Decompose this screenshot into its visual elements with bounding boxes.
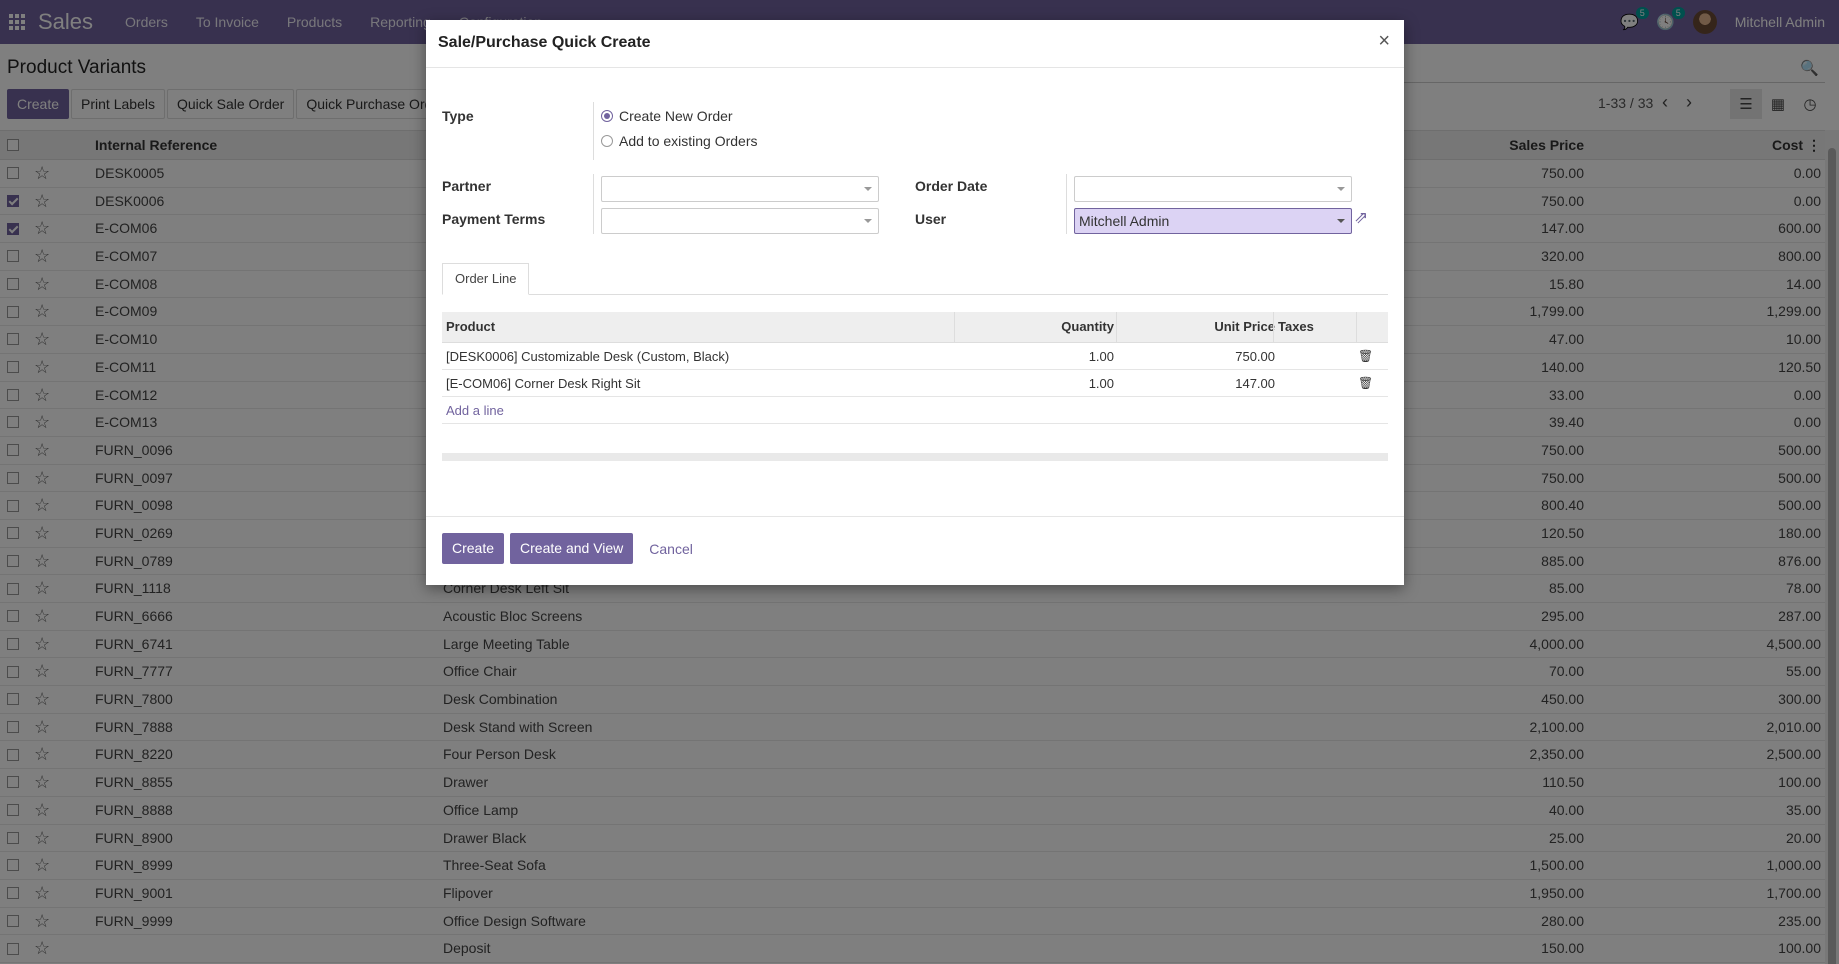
type-label: Type [442,108,474,124]
user-select[interactable]: Mitchell Admin [1074,208,1352,234]
radio-unselected-icon[interactable] [601,135,613,147]
cancel-button[interactable]: Cancel [649,541,693,557]
order-lines-header: Product Quantity Unit Price Taxes [442,312,1388,343]
payment-terms-label: Payment Terms [442,211,546,227]
dialog-create-button[interactable]: Create [442,533,505,564]
order-date-label: Order Date [915,178,988,194]
order-line-row[interactable]: [DESK0006] Customizable Desk (Custom, Bl… [442,343,1388,370]
radio-create-new-order[interactable]: Create New Order [601,108,733,124]
payment-terms-select[interactable] [601,208,879,234]
line-unit-price: 147.00 [1235,376,1275,391]
order-date-field[interactable] [1074,176,1352,202]
column-unit-price: Unit Price [1214,319,1275,334]
user-label: User [915,211,947,227]
tab-order-line[interactable]: Order Line [442,263,530,295]
line-quantity: 1.00 [1088,376,1114,391]
order-line-row[interactable]: [E-COM06] Corner Desk Right Sit 1.00 147.0… [442,370,1388,397]
line-quantity: 1.00 [1088,349,1114,364]
order-lines-table: Product Quantity Unit Price Taxes [DESK0… [442,312,1388,424]
caret-down-icon[interactable] [1337,187,1345,191]
radio-selected-icon[interactable] [601,110,613,122]
caret-down-icon[interactable] [1337,219,1345,223]
add-line-link[interactable]: Add a line [446,397,504,424]
radio-label: Add to existing Orders [619,133,758,149]
quick-create-dialog: Sale/Purchase Quick Create × Type Create… [426,20,1404,585]
trash-icon[interactable]: 🗑 [1358,343,1373,370]
caret-down-icon[interactable] [864,219,872,223]
add-line-row: Add a line [442,397,1388,424]
external-link-icon[interactable]: ⇗ [1354,208,1374,228]
radio-label: Create New Order [619,108,733,124]
column-quantity: Quantity [1061,319,1114,334]
trash-icon[interactable]: 🗑 [1358,370,1373,397]
line-product: [E-COM06] Corner Desk Right Sit [446,376,641,391]
dialog-title: Sale/Purchase Quick Create [438,34,651,51]
column-taxes: Taxes [1278,319,1314,334]
line-unit-price: 750.00 [1235,349,1275,364]
partner-select[interactable] [601,176,879,202]
radio-add-existing-orders[interactable]: Add to existing Orders [601,133,758,149]
column-product: Product [446,319,496,334]
partner-label: Partner [442,178,492,194]
caret-down-icon[interactable] [864,187,872,191]
create-and-view-button[interactable]: Create and View [510,533,634,564]
close-icon[interactable]: × [1378,30,1390,53]
line-product: [DESK0006] Customizable Desk (Custom, Bl… [446,349,730,364]
